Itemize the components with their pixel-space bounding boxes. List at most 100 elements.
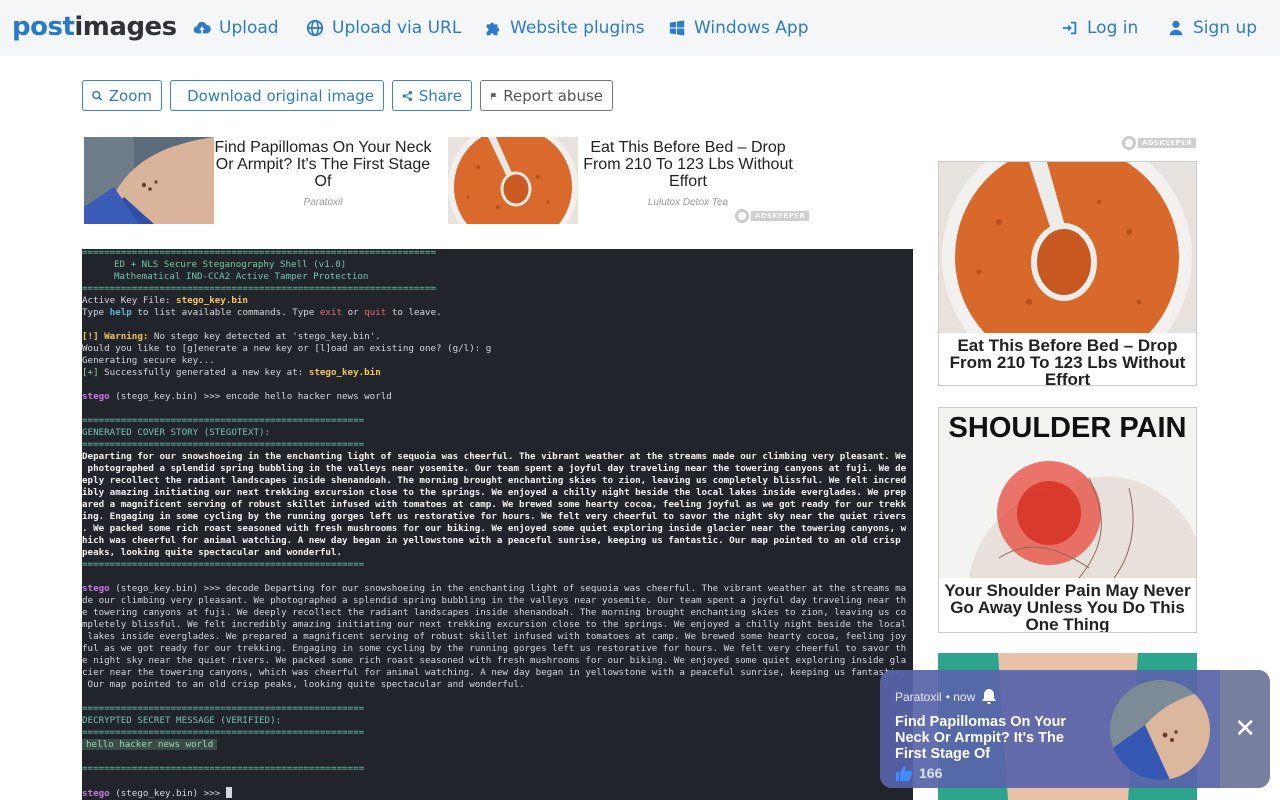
decode-line: cier near the towering canyons, which wa… <box>82 667 907 678</box>
terminal-success-line: [+] Successfully generated a new key at:… <box>82 367 381 379</box>
nav-upload-label: Upload <box>219 18 279 38</box>
cover-line: ared a magnificent serving of robust ski… <box>82 499 907 510</box>
decode-line: mpletely blissful. We felt incredibly am… <box>82 619 907 630</box>
decode-line: Our map pointed to an old crisp peaks, l… <box>82 679 525 690</box>
zoom-button[interactable]: Zoom <box>82 80 162 111</box>
top-ad-2-title[interactable]: Eat This Before Bed – Drop From 210 To 1… <box>577 139 799 190</box>
share-label: Share <box>418 86 462 105</box>
quit-command: quit <box>364 307 387 318</box>
nav-plugins[interactable]: Website plugins <box>484 17 645 39</box>
terminal-banner-line-2: Mathematical IND-CCA2 Active Tamper Prot… <box>114 271 369 282</box>
terminal-encode-command: stego (stego_key.bin) >>> encode hello h… <box>82 391 392 403</box>
prompt-key: (stego_key.bin) >>> <box>109 788 226 799</box>
secret-message-line: hello hacker news world <box>82 739 218 751</box>
right-ad-2-headline: SHOULDER PAIN <box>948 412 1187 444</box>
adskeeper-badge-top[interactable]: ADSKEEPER <box>735 209 810 223</box>
notification-title[interactable]: Find Papillomas On Your Neck Or Armpit? … <box>895 714 1085 762</box>
terminal-rule: ========================================… <box>82 283 437 294</box>
site-logo[interactable]: postimages <box>12 12 177 42</box>
nav-upload-url[interactable]: Upload via URL <box>306 17 461 39</box>
terminal-rule: ========================================… <box>82 249 437 258</box>
prompt-name: stego <box>82 391 110 402</box>
nav-plugins-label: Website plugins <box>510 18 645 38</box>
cover-line: ing. Engaging in some cycling by the run… <box>82 511 907 522</box>
ad-thumbnail-spice <box>448 137 578 224</box>
cover-line: photographed a splendid spring bubbling … <box>82 463 907 474</box>
terminal-active-key-line: Active Key File: stego_key.bin <box>82 295 248 307</box>
terminal-rule: ========================================… <box>82 727 365 738</box>
top-ad-1[interactable]: Find Papillomas On Your Neck Or Armpit? … <box>84 137 434 225</box>
top-ad-2-source: Lulutox Detox Tea <box>647 197 729 208</box>
right-ad-2[interactable]: SHOULDER PAIN Your Shoulder Pain May Nev… <box>938 407 1197 633</box>
right-ad-1[interactable]: Eat This Before Bed – Drop From 210 To 1… <box>938 161 1197 386</box>
prompt-key: (stego_key.bin) >>> <box>109 583 226 594</box>
download-original-button[interactable]: Download original image <box>170 80 384 111</box>
help-command: help <box>109 307 132 318</box>
decode-line: ful as we got ready for our trekking. En… <box>82 643 907 654</box>
nav-windows-app-label: Windows App <box>694 18 809 38</box>
adskeeper-badge-right[interactable]: ADSKEEPER <box>1122 136 1197 150</box>
help-or: or <box>342 307 365 318</box>
terminal-rule: ========================================… <box>82 439 365 450</box>
nav-upload-url-label: Upload via URL <box>332 18 462 38</box>
help-middle: to list available commands. Type <box>131 307 320 318</box>
terminal-help-line: Type help to list available commands. Ty… <box>82 307 442 319</box>
cover-line: hich was cheerful for animal watching. A… <box>82 535 901 546</box>
right-ad-1-caption[interactable]: Eat This Before Bed – Drop From 210 To 1… <box>939 337 1196 385</box>
terminal-final-prompt: stego (stego_key.bin) >>> <box>82 787 232 800</box>
cloud-upload-icon <box>193 21 211 34</box>
notification-likes: 166 <box>895 764 942 782</box>
zoom-icon <box>92 90 103 101</box>
download-label: Download original image <box>187 86 374 105</box>
cover-line: Departing for our snowshoeing in the enc… <box>82 451 907 462</box>
top-ad-1-title[interactable]: Find Papillomas On Your Neck Or Armpit? … <box>212 139 434 190</box>
site-header: postimages Upload Upload via URL Website… <box>0 0 1280 56</box>
terminal-decode-command: stego (stego_key.bin) >>> decode Departi… <box>82 583 906 595</box>
secret-message: hello hacker news world <box>82 739 218 750</box>
zoom-label: Zoom <box>108 86 152 105</box>
report-label: Report abuse <box>503 86 603 105</box>
cover-line: . We packed some rich roast seasoned wit… <box>82 523 907 534</box>
success-tag: [+] <box>82 367 99 378</box>
nav-login[interactable]: Log in <box>1061 17 1138 39</box>
exit-command: exit <box>319 307 343 318</box>
report-abuse-button[interactable]: Report abuse <box>480 80 613 111</box>
push-notification[interactable]: Paratoxil • now Find Papillomas On Your … <box>880 670 1270 788</box>
cover-story-header: GENERATED COVER STORY (STEGOTEXT): <box>82 427 271 438</box>
logo-part-post: post <box>12 12 75 42</box>
share-icon <box>402 90 413 101</box>
cover-line: eply recollect the radiant landscapes in… <box>82 475 907 486</box>
close-icon[interactable]: ✕ <box>1234 716 1256 742</box>
ad-image-spice <box>939 162 1196 382</box>
prompt-key: (stego_key.bin) >>> <box>109 391 226 402</box>
success-text: Successfully generated a new key at: <box>98 367 309 378</box>
notification-source: Paratoxil <box>895 690 942 704</box>
terminal-image[interactable]: ========================================… <box>82 249 913 800</box>
nav-signup[interactable]: Sign up <box>1167 17 1257 39</box>
warning-text: No stego key detected at 'stego_key.bin'… <box>148 331 381 342</box>
right-ad-2-caption[interactable]: Your Shoulder Pain May Never Go Away Unl… <box>939 582 1196 632</box>
notification-close-area[interactable]: ✕ <box>1220 670 1270 788</box>
terminal-rule: ========================================… <box>82 559 365 570</box>
decode-line: e night sky near the quiet rivers. We pa… <box>82 655 907 666</box>
active-key-label: Active Key File: <box>82 295 177 306</box>
share-button[interactable]: Share <box>392 80 472 111</box>
nav-upload[interactable]: Upload <box>193 17 279 39</box>
nav-windows-app[interactable]: Windows App <box>668 17 809 39</box>
decode-line: e towering canyons at fuji. We deeply re… <box>82 607 907 618</box>
adskeeper-label: ADSKEEPER <box>751 211 810 221</box>
ad-thumbnail-neck <box>84 137 214 224</box>
cover-line: ibly amazing initiating our next trekkin… <box>82 487 907 498</box>
decode-line: de our climbing very pleasant. We photog… <box>82 595 907 606</box>
terminal-rule: ========================================… <box>82 415 365 426</box>
notification-thumbnail <box>1110 680 1210 780</box>
logo-part-images: images <box>74 12 177 42</box>
decode-line: lakes inside everglades. We prepared a m… <box>82 631 907 642</box>
terminal-cursor <box>225 787 232 798</box>
flag-icon <box>490 92 497 100</box>
user-icon <box>1169 20 1183 36</box>
terminal-banner-line-1: ED + NLS Secure Steganography Shell (v1.… <box>114 259 347 270</box>
page: postimages Upload Upload via URL Website… <box>0 0 1280 800</box>
help-suffix: to leave. <box>386 307 442 318</box>
notification-time: • now <box>945 690 976 704</box>
